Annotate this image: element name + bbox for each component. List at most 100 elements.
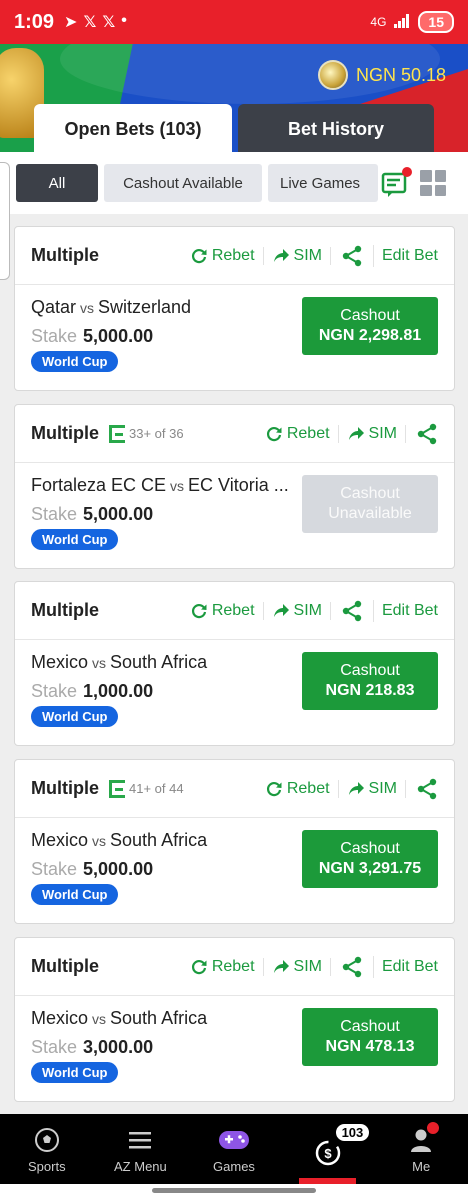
sim-button[interactable]: SIM — [264, 246, 331, 265]
chat-notification-icon[interactable] — [378, 166, 414, 200]
rebet-button[interactable]: Rebet — [257, 424, 339, 443]
soccer-ball-icon — [34, 1128, 59, 1152]
bottom-navigation: Sports AZ Menu Games $ 103 Me — [0, 1114, 468, 1184]
fold-count: 41+ of 44 — [129, 781, 184, 796]
flexi-icon — [109, 779, 125, 798]
stake-label: Stake — [31, 326, 78, 346]
bet-card-body: Mexico vs South Africa Stake 1,000.00 World C… — [31, 652, 299, 727]
bet-card[interactable]: Multiple Rebet SIM Edit Bet Mexico vs South Af… — [14, 937, 455, 1102]
refresh-icon — [190, 958, 208, 976]
filter-live-games[interactable]: Live Games — [268, 164, 378, 202]
nav-az-menu[interactable]: AZ Menu — [94, 1114, 188, 1184]
bet-card-header: Multiple Rebet SIM Edit Bet — [15, 227, 454, 285]
cashout-amount: NGN 478.13 — [325, 1038, 415, 1055]
cashout-button[interactable]: Cashout NGN 3,291.75 — [302, 830, 438, 888]
stake-row: Stake 5,000.00 — [31, 859, 299, 880]
notification-icons: ➤ 𝕏 𝕏 • — [64, 12, 127, 32]
away-team: South Africa — [110, 652, 208, 672]
competition-tag: World Cup — [31, 706, 119, 727]
bet-card[interactable]: Multiple Rebet SIM Edit Bet Mexico vs South Af… — [14, 581, 455, 746]
nav-games[interactable]: Games — [187, 1114, 281, 1184]
competition-tag: World Cup — [31, 884, 119, 905]
status-bar: 1:09 ➤ 𝕏 𝕏 • 4G 15 — [0, 0, 468, 44]
share-button[interactable] — [331, 244, 374, 267]
telegram-icon: ➤ — [64, 14, 78, 31]
sim-button[interactable]: SIM — [339, 779, 406, 798]
balance-amount: NGN 50.18 — [355, 64, 446, 85]
cashout-amount: NGN 3,291.75 — [318, 860, 422, 877]
balance[interactable]: NGN 50.18 — [317, 60, 446, 90]
cashout-amount: Unavailable — [328, 505, 412, 522]
sim-button[interactable]: SIM — [264, 601, 331, 620]
filter-all[interactable]: All — [16, 164, 98, 202]
bet-type: Multiple — [31, 956, 99, 976]
nav-open-bets[interactable]: $ 103 — [281, 1114, 375, 1184]
cashout-label: Cashout — [340, 307, 400, 324]
rebet-label: Rebet — [286, 779, 330, 797]
share-icon — [416, 423, 438, 445]
sim-button[interactable]: SIM — [264, 957, 331, 976]
edit-bet-button[interactable]: Edit Bet — [374, 247, 438, 265]
share-icon — [416, 778, 438, 800]
edit-bet-button[interactable]: Edit Bet — [374, 958, 438, 976]
nav-sports-label: Sports — [28, 1159, 66, 1174]
cashout-button[interactable]: Cashout NGN 478.13 — [302, 1008, 438, 1066]
share-button[interactable] — [331, 955, 374, 978]
stake-amount: 5,000.00 — [83, 859, 154, 879]
sim-button[interactable]: SIM — [339, 424, 406, 443]
share-button[interactable] — [406, 778, 438, 800]
nav-me[interactable]: Me — [374, 1114, 468, 1184]
x-icon: 𝕏 — [83, 14, 97, 31]
sim-label: SIM — [368, 424, 397, 442]
hamburger-menu-icon — [129, 1132, 152, 1149]
share-button[interactable] — [406, 423, 438, 445]
tab-bet-history[interactable]: Bet History — [238, 104, 434, 154]
bet-card-header: Multiple 33+ of 36 Rebet SIM — [15, 405, 454, 463]
sim-label: SIM — [293, 246, 322, 264]
svg-text:$: $ — [324, 1146, 332, 1161]
sim-label: SIM — [293, 957, 322, 975]
filter-cashout-available[interactable]: Cashout Available — [104, 164, 262, 202]
rebet-button[interactable]: Rebet — [182, 601, 264, 620]
refresh-icon — [190, 247, 208, 265]
side-handle[interactable] — [0, 162, 10, 280]
stake-amount: 5,000.00 — [83, 326, 154, 346]
tab-open-bets[interactable]: Open Bets (103) — [34, 104, 232, 154]
rebet-button[interactable]: Rebet — [182, 246, 264, 265]
bet-card-body: Fortaleza EC CE vs EC Vitoria ... Stake 5,00… — [31, 475, 299, 550]
system-home-bar — [0, 1184, 468, 1200]
vs-label: vs — [80, 300, 95, 316]
refresh-icon — [265, 425, 283, 443]
coin-icon — [317, 60, 348, 90]
gift-badge-icon — [425, 1120, 442, 1136]
stake-row: Stake 3,000.00 — [31, 1037, 299, 1058]
grid-view-icon[interactable] — [420, 170, 446, 196]
vs-label: vs — [92, 833, 107, 849]
bet-type: Multiple — [31, 245, 99, 265]
nav-az-menu-label: AZ Menu — [114, 1159, 167, 1174]
rebet-button[interactable]: Rebet — [257, 779, 339, 798]
bet-card[interactable]: Multiple 41+ of 44 Rebet SIM Mexico vs South A… — [14, 759, 455, 924]
match-teams: Qatar vs Switzerland — [31, 297, 299, 318]
bet-card[interactable]: Multiple Rebet SIM Edit Bet Qatar vs Switzerla… — [14, 226, 455, 391]
bet-actions: Rebet SIM — [257, 778, 438, 800]
rebet-button[interactable]: Rebet — [182, 957, 264, 976]
bet-card-header: Multiple Rebet SIM Edit Bet — [15, 582, 454, 640]
cashout-button[interactable]: Cashout NGN 218.83 — [302, 652, 438, 710]
refresh-icon — [190, 602, 208, 620]
cashout-amount: NGN 2,298.81 — [318, 327, 422, 344]
edit-bet-button[interactable]: Edit Bet — [374, 602, 438, 620]
bet-actions: Rebet SIM Edit Bet — [182, 599, 438, 622]
open-bets-count-badge: 103 — [333, 1122, 372, 1143]
share-button[interactable] — [331, 599, 374, 622]
bet-card[interactable]: Multiple 33+ of 36 Rebet SIM Fortaleza EC CE… — [14, 404, 455, 569]
bet-card-body: Mexico vs South Africa Stake 3,000.00 World C… — [31, 1008, 299, 1083]
home-indicator[interactable] — [152, 1188, 316, 1193]
cashout-label: Cashout — [340, 485, 400, 502]
cashout-label: Cashout — [340, 662, 400, 679]
nav-sports[interactable]: Sports — [0, 1114, 94, 1184]
bet-card-header: Multiple Rebet SIM Edit Bet — [15, 938, 454, 996]
cashout-button[interactable]: Cashout NGN 2,298.81 — [302, 297, 438, 355]
x-icon: 𝕏 — [102, 14, 116, 31]
clock: 1:09 — [14, 10, 55, 33]
